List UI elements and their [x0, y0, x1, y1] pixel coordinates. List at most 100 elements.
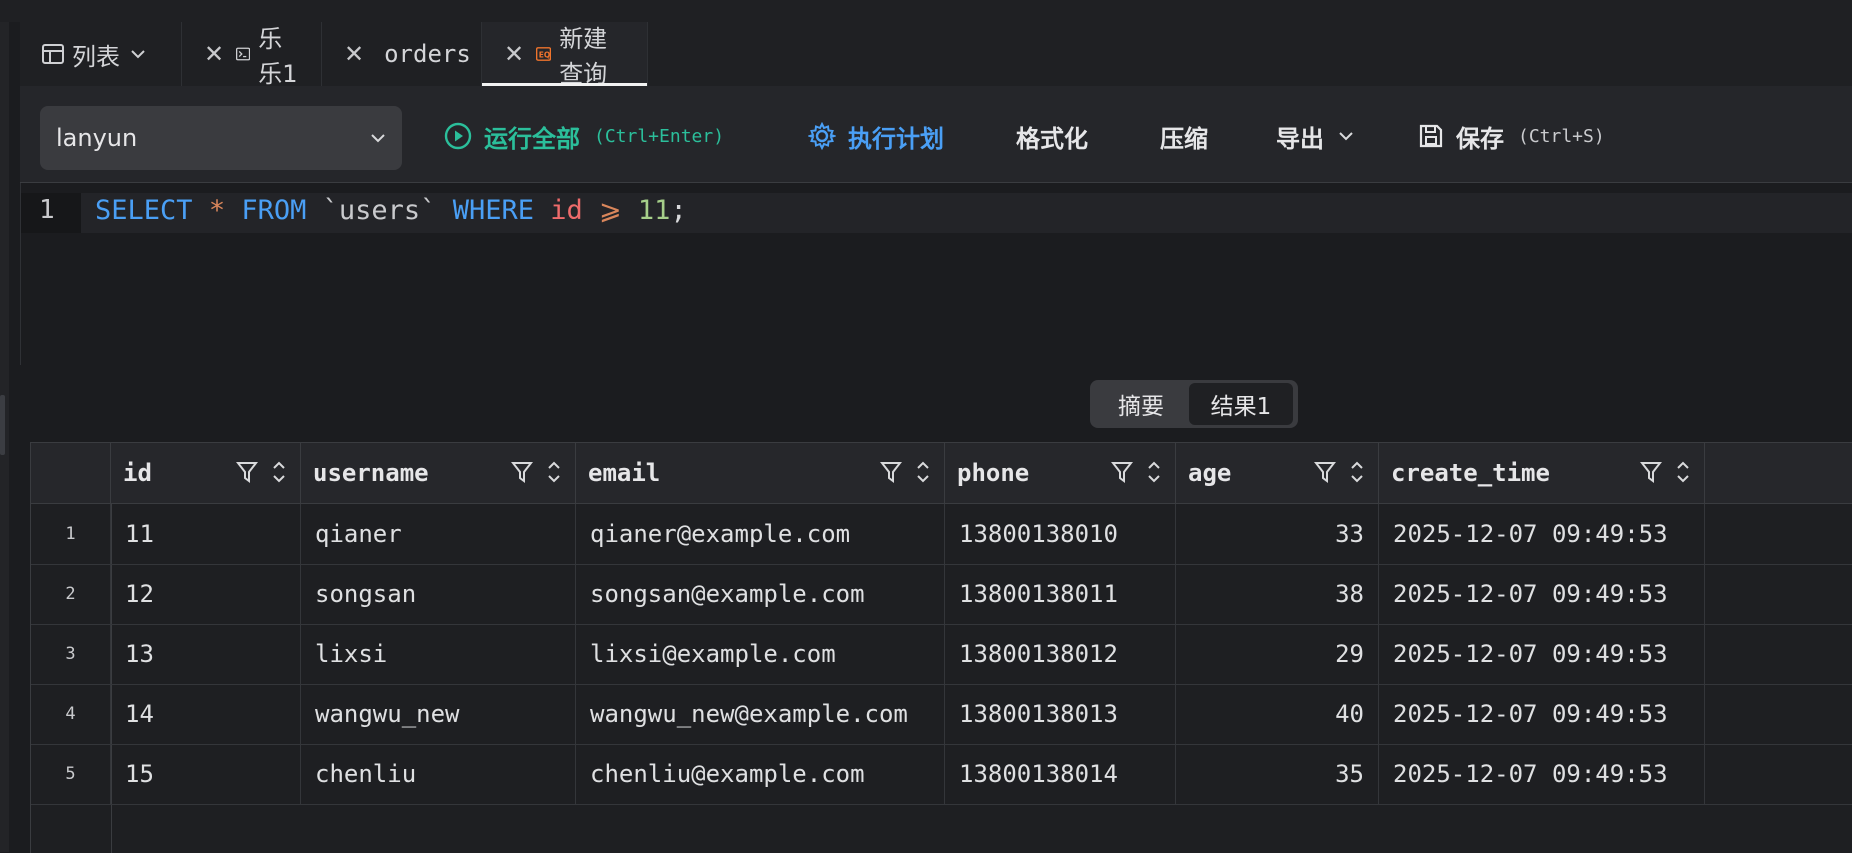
sql-code-line[interactable]: SELECT * FROM `users` WHERE id ⩾ 11;	[95, 195, 687, 226]
sort-icon[interactable]	[272, 459, 286, 485]
save-shortcut: (Ctrl+S)	[1518, 125, 1605, 147]
header-rownum	[31, 443, 111, 503]
column-header-create-time[interactable]: create_time	[1379, 443, 1705, 503]
save-icon	[1419, 124, 1443, 148]
row-index: 4	[31, 684, 111, 744]
cell-phone[interactable]: 13800138013	[945, 684, 1176, 744]
result-grid: id username email phone age create_time …	[30, 442, 1852, 853]
tab-list[interactable]: 列表	[20, 22, 182, 86]
filter-icon[interactable]	[511, 460, 533, 484]
filter-icon[interactable]	[880, 460, 902, 484]
cell-username[interactable]: chenliu	[301, 744, 576, 804]
column-header-phone[interactable]: phone	[945, 443, 1176, 503]
cell-phone[interactable]: 13800138014	[945, 744, 1176, 804]
cell-create-time[interactable]: 2025-12-07 09:49:53	[1379, 684, 1705, 744]
tab-lele1[interactable]: ✕ 乐乐1	[182, 22, 322, 88]
chevron-down-icon	[371, 134, 385, 143]
column-header-username[interactable]: username	[301, 443, 576, 503]
save-button[interactable]: 保存 (Ctrl+S)	[1418, 114, 1605, 158]
cell-age[interactable]: 40	[1176, 684, 1379, 744]
row-index: 3	[31, 624, 111, 684]
sql-editor[interactable]: 1 SELECT * FROM `users` WHERE id ⩾ 11;	[20, 183, 1852, 365]
table-row[interactable]: 1 11 qianer qianer@example.com 138001380…	[31, 504, 1852, 565]
filter-icon[interactable]	[236, 460, 258, 484]
run-all-button[interactable]: 运行全部 (Ctrl+Enter)	[444, 114, 724, 158]
export-label: 导出	[1276, 124, 1324, 153]
column-name: phone	[957, 459, 1030, 487]
sort-icon[interactable]	[547, 459, 561, 485]
cell-age[interactable]: 33	[1176, 504, 1379, 564]
filter-icon[interactable]	[1111, 460, 1133, 484]
cell-age[interactable]: 29	[1176, 624, 1379, 684]
cell-username[interactable]: songsan	[301, 564, 576, 624]
query-icon: EQ	[536, 47, 552, 61]
table-icon	[42, 44, 64, 64]
keyword-from: FROM	[241, 195, 307, 226]
column-name: id	[123, 459, 152, 487]
table-row[interactable]: 3 13 lixsi lixsi@example.com 13800138012…	[31, 624, 1852, 685]
column-header-email[interactable]: email	[576, 443, 945, 503]
tab-orders[interactable]: ✕ orders	[322, 22, 482, 86]
tab-new-query[interactable]: ✕ EQ 新建查询	[482, 22, 648, 88]
column-name: create_time	[1391, 459, 1550, 487]
editor-tab-bar: 列表 ✕ 乐乐1 ✕ orders ✕ EQ 新建查询	[20, 22, 1852, 88]
cell-create-time[interactable]: 2025-12-07 09:49:53	[1379, 744, 1705, 804]
chevron-down-icon	[1339, 132, 1353, 141]
row-index: 2	[31, 564, 111, 624]
cell-create-time[interactable]: 2025-12-07 09:49:53	[1379, 624, 1705, 684]
line-number: 1	[39, 195, 55, 225]
cell-username[interactable]: lixsi	[301, 624, 576, 684]
table-token: `users`	[322, 195, 437, 226]
cell-id[interactable]: 13	[111, 624, 301, 684]
sort-icon[interactable]	[1676, 459, 1690, 485]
keyword-select: SELECT	[95, 195, 193, 226]
sort-icon[interactable]	[1147, 459, 1161, 485]
terminal-icon	[236, 47, 251, 61]
cell-phone[interactable]: 13800138012	[945, 624, 1176, 684]
cell-id[interactable]: 15	[111, 744, 301, 804]
column-header-age[interactable]: age	[1176, 443, 1379, 503]
sort-icon[interactable]	[916, 459, 930, 485]
keyword-where: WHERE	[452, 195, 534, 226]
cell-create-time[interactable]: 2025-12-07 09:49:53	[1379, 564, 1705, 624]
run-all-shortcut: (Ctrl+Enter)	[594, 125, 725, 147]
cell-username[interactable]: wangwu_new	[301, 684, 576, 744]
format-button[interactable]: 格式化	[1016, 114, 1088, 158]
cell-email[interactable]: wangwu_new@example.com	[576, 684, 945, 744]
filter-icon[interactable]	[1314, 460, 1336, 484]
table-row[interactable]: 4 14 wangwu_new wangwu_new@example.com 1…	[31, 684, 1852, 745]
close-icon[interactable]: ✕	[504, 40, 524, 68]
tab-summary[interactable]: 摘要	[1093, 383, 1189, 425]
cell-create-time[interactable]: 2025-12-07 09:49:53	[1379, 504, 1705, 564]
cell-email[interactable]: songsan@example.com	[576, 564, 945, 624]
cell-phone[interactable]: 13800138011	[945, 564, 1176, 624]
close-icon[interactable]: ✕	[344, 40, 364, 68]
compress-button[interactable]: 压缩	[1160, 114, 1208, 158]
cell-age[interactable]: 38	[1176, 564, 1379, 624]
filter-icon[interactable]	[1640, 460, 1662, 484]
tab-result-1[interactable]: 结果1	[1189, 383, 1293, 425]
cell-email[interactable]: lixsi@example.com	[576, 624, 945, 684]
cell-phone[interactable]: 13800138010	[945, 504, 1176, 564]
cell-age[interactable]: 35	[1176, 744, 1379, 804]
cell-username[interactable]: qianer	[301, 504, 576, 564]
close-icon[interactable]: ✕	[204, 40, 224, 68]
panel-resize-handle[interactable]	[0, 395, 5, 455]
database-select[interactable]: lanyun	[40, 106, 402, 170]
chevron-down-icon[interactable]	[130, 48, 146, 60]
cell-email[interactable]: chenliu@example.com	[576, 744, 945, 804]
column-header-id[interactable]: id	[111, 443, 301, 503]
export-dropdown[interactable]: 导出	[1276, 114, 1354, 158]
row-index: 5	[31, 744, 111, 804]
table-row[interactable]: 2 12 songsan songsan@example.com 1380013…	[31, 564, 1852, 625]
cell-id[interactable]: 12	[111, 564, 301, 624]
cell-id[interactable]: 11	[111, 504, 301, 564]
cell-email[interactable]: qianer@example.com	[576, 504, 945, 564]
sort-icon[interactable]	[1350, 459, 1364, 485]
svg-text:EQ: EQ	[539, 50, 551, 59]
save-label: 保存	[1456, 124, 1504, 153]
tab-label: 乐乐1	[258, 25, 298, 88]
explain-plan-button[interactable]: 执行计划	[808, 114, 944, 158]
table-row[interactable]: 5 15 chenliu chenliu@example.com 1380013…	[31, 744, 1852, 805]
cell-id[interactable]: 14	[111, 684, 301, 744]
